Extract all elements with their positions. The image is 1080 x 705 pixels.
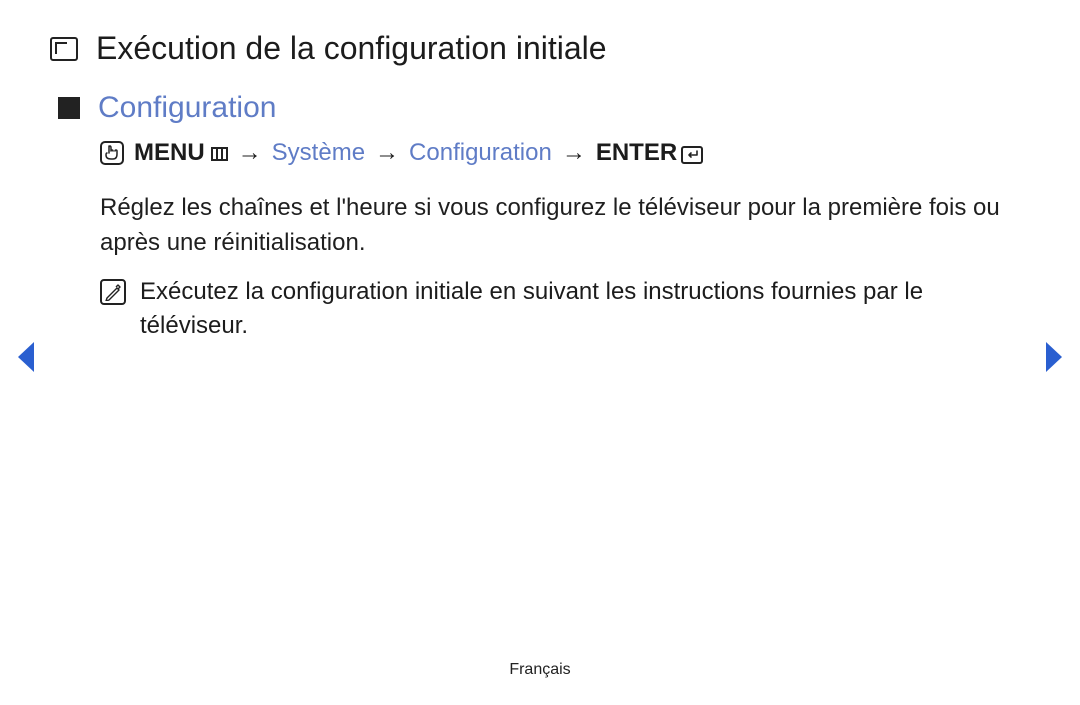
arrow-2: → <box>375 139 399 167</box>
arrow-3: → <box>562 139 586 167</box>
arrow-1: → <box>238 139 262 167</box>
menu-path: MENU → Système → Configuration → ENTER <box>100 139 1020 167</box>
chevron-left-icon <box>14 340 36 374</box>
page-title: Exécution de la configuration initiale <box>96 30 607 67</box>
body-paragraph: Réglez les chaînes et l'heure si vous co… <box>100 191 1020 261</box>
menu-label: MENU <box>134 139 205 167</box>
path-step-2: Configuration <box>409 139 552 167</box>
prev-page-button[interactable] <box>14 340 36 379</box>
section-heading: Configuration <box>98 91 276 125</box>
square-bullet-icon <box>58 97 80 119</box>
remote-hand-icon <box>100 141 124 165</box>
path-step-1: Système <box>272 139 365 167</box>
section-bullet-icon <box>50 37 78 61</box>
manual-page: Exécution de la configuration initiale C… <box>0 0 1080 705</box>
note-text: Exécutez la configuration initiale en su… <box>140 275 1020 345</box>
enter-label: ENTER <box>596 139 677 167</box>
section-heading-row: Configuration <box>58 91 1020 125</box>
note-row: Exécutez la configuration initiale en su… <box>100 275 1020 345</box>
note-icon <box>100 279 126 305</box>
footer-language: Français <box>0 661 1080 679</box>
chevron-right-icon <box>1044 340 1066 374</box>
menu-grid-icon <box>211 147 228 161</box>
page-title-row: Exécution de la configuration initiale <box>50 30 1020 67</box>
enter-icon <box>681 146 703 164</box>
next-page-button[interactable] <box>1044 340 1066 379</box>
